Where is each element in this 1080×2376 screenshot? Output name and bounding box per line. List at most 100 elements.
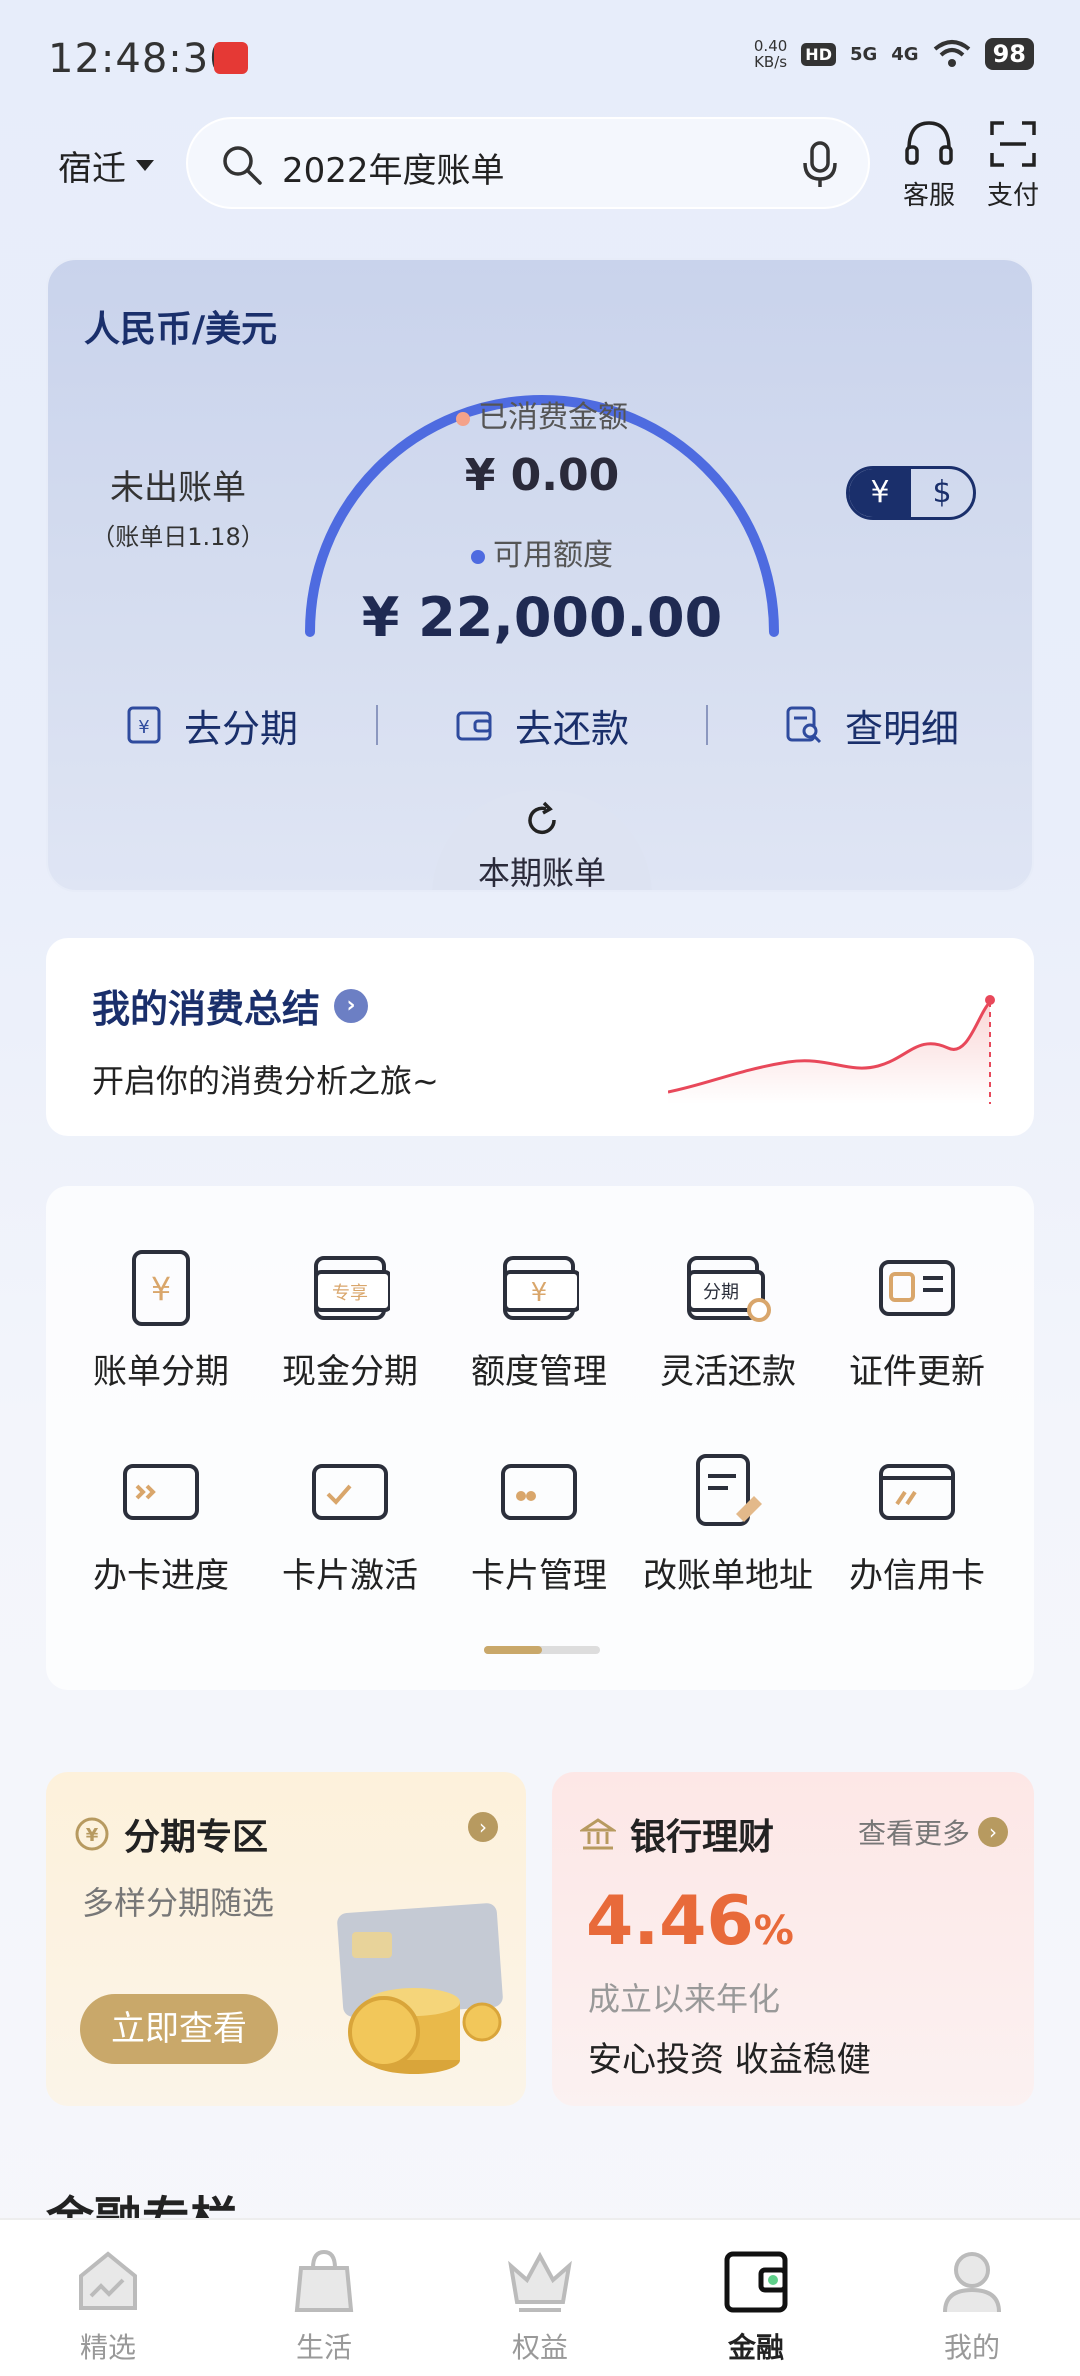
service-bill-installment[interactable]: ¥ 账单分期	[66, 1248, 256, 1393]
installment-zone-subtitle: 多样分期随选	[82, 1884, 275, 1922]
summary-title-row: 我的消费总结 ›	[92, 978, 369, 1033]
card-activate-icon	[312, 1464, 388, 1520]
nav-item-featured[interactable]: 精选	[0, 2220, 216, 2376]
refresh-icon	[528, 801, 556, 835]
cash-tag-text: 专享	[332, 1283, 368, 1304]
card-coins-illustration	[337, 1903, 503, 2074]
service-flexible-repay[interactable]: 分期 灵活还款	[633, 1248, 823, 1393]
net-speed-unit: KB/s	[754, 53, 788, 71]
pay-button[interactable]: 支付	[978, 119, 1048, 212]
available-label: 可用额度	[493, 538, 613, 573]
bill-installment-icon: ¥	[132, 1250, 190, 1326]
cash-installment-icon: 专享	[314, 1256, 390, 1320]
service-cash-installment[interactable]: 专享 现金分期	[255, 1248, 445, 1393]
summary-subtitle: 开启你的消费分析之旅~	[92, 1062, 439, 1100]
details-action[interactable]: 查明细	[708, 698, 1032, 753]
customer-service-label: 客服	[902, 181, 955, 211]
search-icon	[223, 146, 262, 185]
service-label: 办信用卡	[849, 1556, 985, 1596]
search-placeholder: 2022年度账单	[282, 151, 505, 191]
bank-wealth-title: 银行理财	[630, 1817, 775, 1858]
nav-item-finance[interactable]: 金融	[648, 2220, 864, 2376]
chevron-right-icon: ›	[978, 1817, 1008, 1847]
limit-management-icon: ¥	[503, 1256, 579, 1320]
current-bill-label: 本期账单	[477, 854, 606, 892]
wallet-icon	[724, 2251, 788, 2313]
nav-item-life[interactable]: 生活	[216, 2220, 432, 2376]
bill-actions: ¥ 去分期 去还款 查明细	[48, 690, 1032, 760]
installment-label: 去分期	[183, 706, 298, 751]
nav-item-mine[interactable]: 我的	[864, 2220, 1080, 2376]
customer-service-button[interactable]: 客服	[894, 119, 964, 212]
chevron-down-icon	[136, 160, 154, 171]
chevron-right-icon: ›	[334, 988, 369, 1023]
service-limit-management[interactable]: ¥ 额度管理	[444, 1248, 634, 1393]
installment-action[interactable]: ¥ 去分期	[48, 698, 376, 753]
bank-wealth-card[interactable]: 银行理财 查看更多 › 4.46% 成立以来年化 安心投资 收益稳健	[552, 1772, 1034, 2106]
services-grid: ¥ 账单分期 专享 现金分期 ¥ 额度管理 分期 灵活还款 证件更新 办卡进度 …	[46, 1186, 1034, 1690]
consumed-label-row: 已消费金额	[48, 392, 1032, 436]
flex-tag-text: 分期	[703, 1282, 739, 1303]
bag-icon	[294, 2249, 354, 2312]
view-more-label: 查看更多	[857, 1817, 970, 1850]
repay-action[interactable]: 去还款	[378, 698, 706, 753]
home-icon	[79, 2251, 137, 2310]
view-now-button[interactable]: 立即查看	[80, 1994, 278, 2064]
wifi-icon	[933, 40, 970, 67]
city-selector[interactable]: 宿迁	[58, 141, 154, 190]
rate-value: 4.46	[586, 1882, 754, 1961]
available-value: ¥ 22,000.00	[361, 586, 723, 649]
address-edit-icon	[696, 1454, 762, 1526]
nav-label: 精选	[79, 2331, 136, 2364]
svg-text:¥: ¥	[151, 1270, 171, 1308]
installment-zone-card[interactable]: ¥ 分期专区 › 多样分期随选 立即查看	[46, 1772, 526, 2106]
bank-wealth-title-row: 银行理财	[580, 1808, 774, 1860]
repay-label: 去还款	[514, 706, 629, 751]
installment-zone-title-row: ¥ 分期专区	[74, 1808, 268, 1860]
card-management-icon	[501, 1464, 577, 1520]
status-time: 12:48:30	[48, 36, 236, 82]
details-icon	[786, 706, 822, 744]
usd-toggle[interactable]: $	[911, 469, 973, 517]
current-bill-tab[interactable]: 本期账单	[432, 790, 652, 892]
consumed-dot	[456, 411, 470, 426]
consumption-summary-card[interactable]: 我的消费总结 › 开启你的消费分析之旅~	[46, 938, 1034, 1136]
apply-card-icon	[879, 1464, 955, 1520]
service-apply-card[interactable]: 办信用卡	[822, 1452, 1012, 1597]
status-bar: 12:48:30 0.40 KB/s HD 5G 4G 98	[0, 0, 1080, 120]
profile-icon	[943, 2252, 1001, 2313]
consumed-label: 已消费金额	[478, 400, 628, 435]
service-id-update[interactable]: 证件更新	[822, 1248, 1012, 1393]
available-dot	[471, 549, 485, 564]
service-label: 账单分期	[93, 1352, 229, 1392]
cny-toggle[interactable]: ¥	[849, 469, 911, 517]
status-indicators: 0.40 KB/s HD 5G 4G 98	[754, 38, 1034, 70]
annual-rate: 4.46%	[586, 1882, 794, 1961]
installment-zone-title: 分期专区	[124, 1817, 269, 1858]
id-update-icon	[879, 1260, 955, 1316]
nav-label: 我的	[943, 2331, 1000, 2364]
yen-coin-icon: ¥	[75, 1817, 109, 1851]
service-label: 证件更新	[849, 1352, 985, 1392]
signal-5g-icon: 5G	[849, 43, 878, 65]
signal-4g-icon: 4G	[891, 43, 919, 65]
installment-icon: ¥	[127, 706, 161, 744]
nav-label: 权益	[511, 2331, 568, 2364]
bottom-navigation: 精选 生活 权益 金融 我的	[0, 2218, 1080, 2376]
hd-icon: HD	[801, 42, 836, 66]
service-card-activate[interactable]: 卡片激活	[255, 1452, 445, 1597]
microphone-icon[interactable]	[800, 141, 840, 189]
network-speed: 0.40 KB/s	[754, 38, 787, 70]
pay-label: 支付	[986, 181, 1039, 211]
card-progress-icon	[123, 1464, 199, 1520]
service-card-progress[interactable]: 办卡进度	[66, 1452, 256, 1597]
search-bar[interactable]: 2022年度账单	[186, 117, 870, 209]
available-label-row: 可用额度	[48, 530, 1032, 574]
currency-toggle[interactable]: ¥ $	[846, 466, 976, 520]
rate-label: 成立以来年化	[588, 1980, 781, 2018]
service-address-edit[interactable]: 改账单地址	[633, 1452, 823, 1597]
view-more-link[interactable]: 查看更多 ›	[858, 1812, 1008, 1852]
service-card-management[interactable]: 卡片管理	[444, 1452, 634, 1597]
service-label: 卡片激活	[282, 1556, 418, 1596]
nav-item-benefits[interactable]: 权益	[432, 2220, 648, 2376]
